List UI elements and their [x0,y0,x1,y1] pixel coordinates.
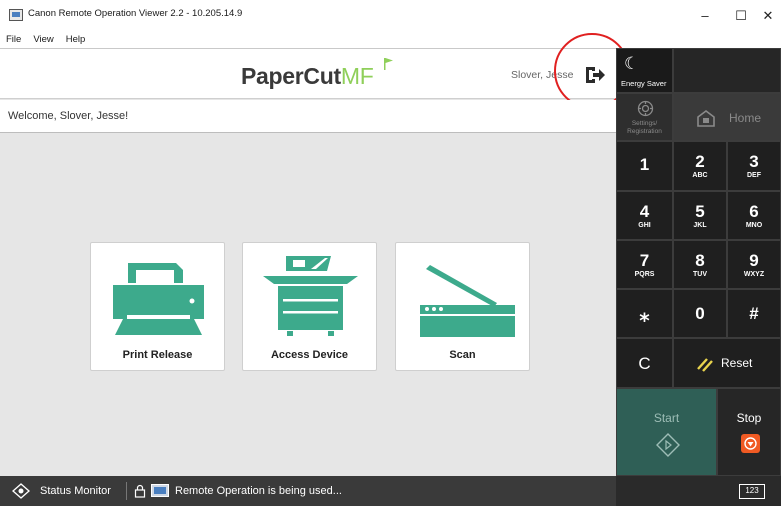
settings-registration-button[interactable]: Settings/ Registration [616,93,673,141]
home-icon [697,110,715,127]
scan-label: Scan [449,349,476,361]
key-2-digit: 2 [695,152,705,171]
moon-icon: ☾ [624,54,640,73]
energy-saver-label: Energy Saver [621,79,667,88]
logo-accent-text: MF [340,63,374,89]
stop-button[interactable]: Stop [717,388,781,476]
remote-viewer-window: Canon Remote Operation Viewer 2.2 - 10.2… [0,0,781,506]
clear-button[interactable]: C [616,338,673,388]
key-asterisk[interactable]: ⁎ [616,289,673,338]
status-monitor-icon[interactable] [12,483,30,499]
key-hash-symbol: # [749,304,759,323]
access-device-tile[interactable]: Access Device [242,242,377,371]
key-1[interactable]: 1 [616,141,673,191]
settings-icon [637,100,654,117]
key-7-letters: PQRS [634,271,655,278]
status-monitor-label[interactable]: Status Monitor [40,485,111,497]
welcome-bar: Welcome, Slover, Jesse! [0,100,616,133]
printer-icon [113,263,204,335]
lock-icon [134,484,146,498]
papercut-header: PaperCutMF Slover, Jesse [0,33,630,109]
home-label: Home [729,111,762,125]
key-9-digit: 9 [749,251,759,270]
key-6[interactable]: 6 MNO [727,191,781,240]
key-5-letters: JKL [693,222,707,229]
start-button[interactable]: Start [616,388,717,476]
keyboard-toggle[interactable]: 123 [739,484,765,499]
minimize-button[interactable]: – [686,0,724,31]
scan-tile[interactable]: Scan [395,242,530,371]
key-4-digit: 4 [639,202,650,221]
control-panel-keypad: ☾ Energy Saver Settings/ Registration Ho… [616,48,781,476]
clear-label: C [638,354,651,373]
key-4-letters: GHI [638,222,651,229]
key-3-digit: 3 [749,152,759,171]
menu-bar: File View Help [0,31,781,48]
stop-icon [741,434,760,453]
key-asterisk-symbol: ⁎ [639,305,650,327]
reset-icon [697,358,713,372]
settings-label: Settings/ Registration [627,120,662,135]
key-3-letters: DEF [747,172,761,179]
key-9-letters: WXYZ [743,271,765,278]
welcome-message: Welcome, Slover, Jesse! [8,110,129,122]
close-button[interactable]: ✕ [749,0,781,31]
reset-button[interactable]: Reset [673,338,781,388]
key-7-digit: 7 [639,251,650,270]
app-icon [9,9,23,21]
key-8[interactable]: 8 TUV [673,240,727,289]
start-icon [656,433,680,457]
logo-main-text: PaperCut [241,63,341,89]
key-hash[interactable]: # [727,289,781,338]
key-2[interactable]: 2 ABC [673,141,727,191]
key-5[interactable]: 5 JKL [673,191,727,240]
key-6-digit: 6 [749,202,759,221]
menu-file[interactable]: File [6,34,21,45]
copier-icon [263,256,358,336]
main-panel: PaperCutMF Slover, Jesse Welcome, Slover… [0,33,630,476]
status-bar: Status Monitor Remote Operation is being… [0,476,781,506]
energy-saver-button[interactable]: ☾ Energy Saver [616,48,673,93]
key-8-digit: 8 [695,251,705,270]
reset-label: Reset [721,356,753,370]
key-9[interactable]: 9 WXYZ [727,240,781,289]
home-button[interactable]: Home [673,93,781,141]
access-device-label: Access Device [270,349,349,361]
stop-label: Stop [736,411,762,425]
key-7[interactable]: 7 PQRS [616,240,673,289]
key-8-letters: TUV [693,271,707,278]
status-separator [126,482,127,500]
menu-help[interactable]: Help [66,34,86,45]
key-6-letters: MNO [745,222,763,229]
remote-operation-status: Remote Operation is being used... [175,485,342,497]
papercut-logo: PaperCutMF [241,63,374,90]
print-release-label: Print Release [122,349,193,361]
start-label: Start [653,411,680,425]
key-0[interactable]: 0 [673,289,727,338]
key-3[interactable]: 3 DEF [727,141,781,191]
keypad-top-blank [673,48,781,93]
key-1-digit: 1 [639,155,650,174]
key-5-digit: 5 [695,202,705,221]
flag-icon [384,58,393,70]
key-2-letters: ABC [692,172,708,179]
key-4[interactable]: 4 GHI [616,191,673,240]
scanner-icon [420,265,515,337]
key-0-digit: 0 [695,304,705,323]
title-bar: Canon Remote Operation Viewer 2.2 - 10.2… [0,0,781,31]
print-release-tile[interactable]: Print Release [90,242,225,371]
menu-view[interactable]: View [33,34,53,45]
remote-operation-icon [151,484,169,497]
window-title: Canon Remote Operation Viewer 2.2 - 10.2… [28,8,243,19]
